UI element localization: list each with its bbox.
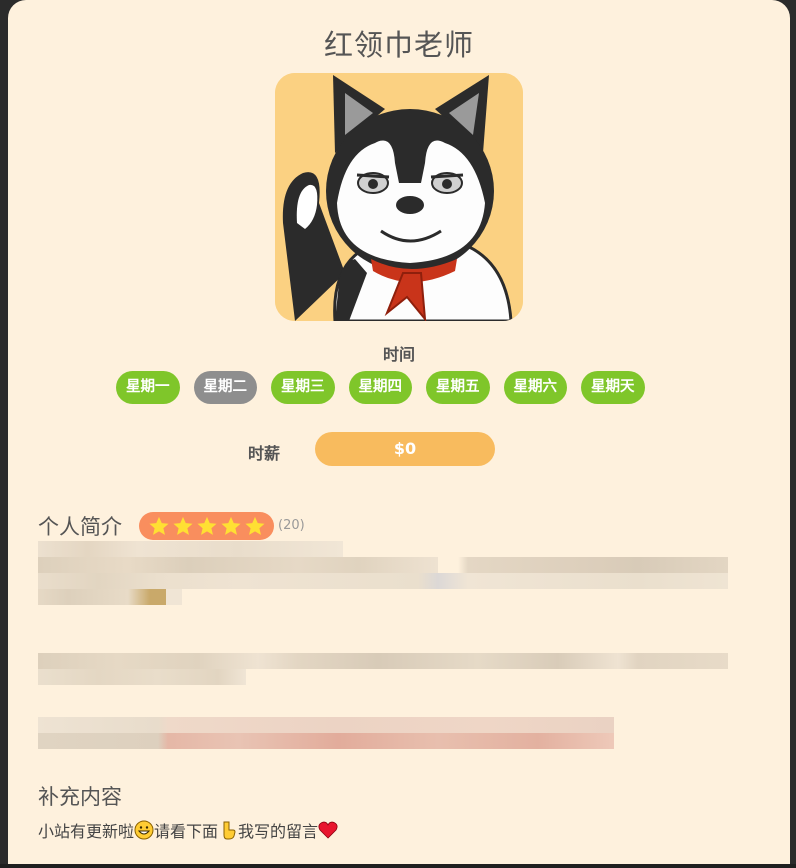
wage-label: 时薪 <box>248 444 281 463</box>
redacted-intro-text-2 <box>38 653 728 685</box>
schedule-days: 星期一 星期二 星期三 星期四 星期五 星期六 星期天 <box>116 371 645 404</box>
schedule-label: 时间 <box>382 345 415 364</box>
page-title: 红领巾老师 <box>323 28 474 62</box>
heart-icon <box>318 821 338 839</box>
extra-text-2: 请看下面 <box>154 822 219 841</box>
day-friday[interactable]: 星期五 <box>426 371 490 404</box>
extra-content: 小站有更新啦 请看下面 我写的留言 <box>38 818 338 842</box>
day-wednesday[interactable]: 星期三 <box>271 371 335 404</box>
wage-value: $0 <box>315 432 495 466</box>
redacted-intro-text-3 <box>38 717 614 749</box>
grinning-face-icon <box>134 820 154 840</box>
star-icon <box>244 516 265 535</box>
redacted-intro-text <box>38 541 728 605</box>
day-tuesday[interactable]: 星期二 <box>193 371 257 404</box>
star-icon <box>148 516 169 535</box>
husky-avatar-image <box>275 73 523 321</box>
extra-text-3: 我写的留言 <box>238 822 319 841</box>
extra-text-1: 小站有更新啦 <box>38 822 135 841</box>
pointing-down-icon <box>223 821 236 840</box>
profile-card: 红领巾老师 时间 星期一 星期二 星期三 星期四 星期五 星期六 星期天 时薪 … <box>8 0 790 868</box>
day-saturday[interactable]: 星期六 <box>503 371 567 404</box>
star-icon <box>196 516 217 535</box>
day-sunday[interactable]: 星期天 <box>581 371 645 404</box>
extra-section-title: 补充内容 <box>38 785 122 809</box>
rating-badge <box>139 512 274 540</box>
day-thursday[interactable]: 星期四 <box>348 371 412 404</box>
star-icon <box>220 516 241 535</box>
taskbar-strip <box>0 864 796 868</box>
profile-section-title: 个人简介 <box>38 515 122 539</box>
star-icon <box>172 516 193 535</box>
avatar <box>275 73 523 321</box>
day-monday[interactable]: 星期一 <box>116 371 180 404</box>
rating-count: (20) <box>278 518 305 533</box>
